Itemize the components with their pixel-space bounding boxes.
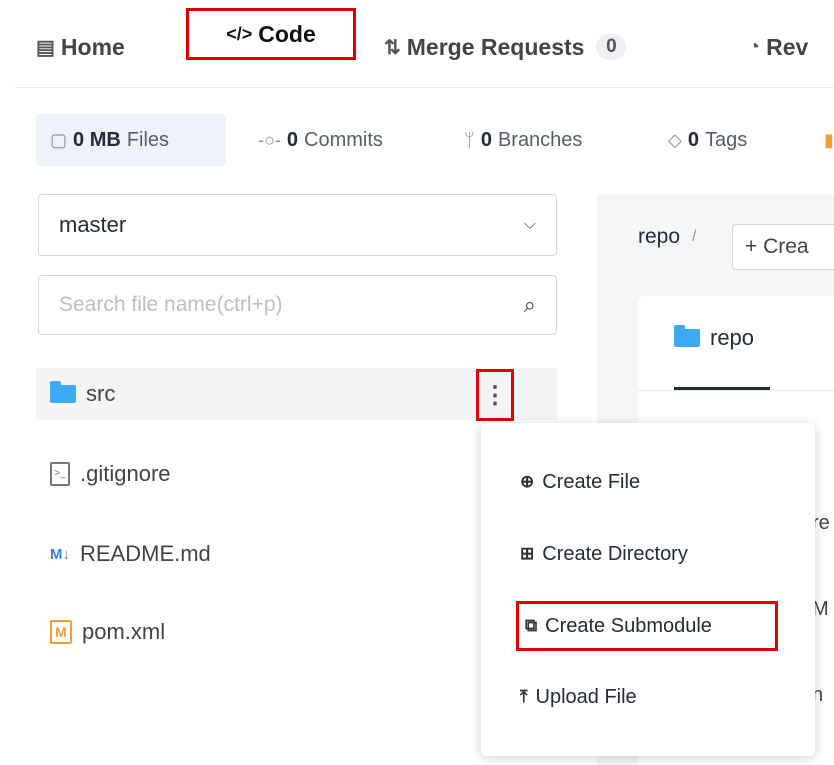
- menu-item-create-file[interactable]: ⊕ Create File: [520, 460, 640, 504]
- home-doc-icon: ▤: [36, 36, 55, 59]
- merge-requests-count-badge: 0: [596, 34, 627, 60]
- folder-icon: [50, 381, 76, 403]
- commits-stat[interactable]: -○- 0 Commits: [258, 114, 383, 166]
- commit-icon: -○-: [258, 129, 281, 150]
- commits-label: Commits: [304, 128, 383, 151]
- file-search-input[interactable]: [59, 293, 479, 317]
- review-icon: ◔: [748, 35, 761, 58]
- tree-item-label: src: [86, 381, 116, 406]
- upload-icon: ⤒: [520, 687, 528, 706]
- top-nav: ▤ Home </> Code ⇅ Merge Requests 0 ◔ Rev: [0, 0, 834, 88]
- tags-stat[interactable]: ◇ 0 Tags: [668, 114, 747, 166]
- file-search: ⌕: [38, 275, 557, 335]
- branch-select[interactable]: master ⌵: [38, 194, 557, 256]
- tab-merge-requests-label: Merge Requests: [406, 33, 585, 60]
- branches-label: Branches: [497, 128, 583, 151]
- menu-item-upload-file[interactable]: ⤒ Upload File: [520, 675, 637, 719]
- branches-stat[interactable]: ᛘ 0 Branches: [464, 114, 582, 166]
- tree-item-readme[interactable]: M↓ README.md: [36, 528, 557, 580]
- tab-code-label: Code: [258, 20, 316, 47]
- tree-item-gitignore[interactable]: >_ .gitignore: [36, 448, 557, 500]
- files-stat[interactable]: ▢ 0 MB Files: [36, 114, 226, 166]
- tab-merge-requests[interactable]: ⇅ Merge Requests 0: [384, 30, 627, 64]
- menu-item-label: Create File: [542, 470, 641, 493]
- file-size-icon: ▢: [50, 129, 68, 150]
- markdown-icon: M↓: [50, 545, 70, 563]
- menu-item-label: Upload File: [535, 685, 637, 708]
- releases-stat-peek[interactable]: ▮: [824, 114, 834, 166]
- tree-item-pom[interactable]: M pom.xml: [36, 606, 557, 658]
- menu-item-create-submodule[interactable]: ⧉ Create Submodule: [516, 601, 778, 651]
- tree-item-label: README.md: [80, 541, 211, 566]
- release-icon: ▮: [824, 129, 834, 150]
- breadcrumb-root[interactable]: repo: [638, 225, 680, 249]
- branch-select-value: master: [59, 212, 127, 237]
- branch-icon: ᛘ: [464, 129, 475, 150]
- tab-code[interactable]: </> Code: [186, 8, 356, 60]
- vertical-dots-icon: ⋮: [483, 381, 507, 409]
- menu-item-label: Create Directory: [542, 542, 688, 565]
- search-icon[interactable]: ⌕: [524, 292, 536, 318]
- commits-count: 0: [286, 128, 298, 151]
- branches-count: 0: [480, 128, 492, 151]
- tab-repo[interactable]: repo: [674, 325, 754, 351]
- card-divider: [638, 390, 834, 391]
- breadcrumb: repo /: [638, 225, 696, 249]
- menu-item-label: Create Submodule: [545, 614, 712, 637]
- nav-divider: [14, 87, 834, 88]
- create-button[interactable]: + Crea: [732, 224, 834, 270]
- files-label: Files: [126, 128, 170, 151]
- tab-review-label: Rev: [766, 33, 809, 60]
- create-file-icon: ⊕: [520, 472, 535, 491]
- files-size-value: 0 MB: [73, 128, 121, 151]
- tab-home-label: Home: [60, 33, 125, 60]
- tree-item-label: pom.xml: [82, 619, 166, 644]
- terminal-file-icon: >_: [50, 462, 70, 486]
- create-submodule-icon: ⧉: [525, 616, 538, 635]
- tab-review[interactable]: ◔ Rev: [748, 30, 808, 64]
- create-button-label: + Crea: [745, 235, 809, 258]
- chevron-down-icon: ⌵: [523, 216, 536, 233]
- folder-icon: [674, 325, 700, 347]
- tags-count: 0: [687, 128, 699, 151]
- repo-tab-label: repo: [710, 325, 755, 350]
- tree-item-label: .gitignore: [80, 461, 171, 486]
- menu-item-create-directory[interactable]: ⊞ Create Directory: [520, 532, 688, 576]
- maven-file-icon: M: [50, 620, 72, 644]
- code-icon: </>: [226, 23, 253, 44]
- create-directory-icon: ⊞: [520, 544, 535, 563]
- tag-icon: ◇: [668, 129, 682, 150]
- tags-label: Tags: [704, 128, 748, 151]
- breadcrumb-separator: /: [692, 228, 697, 245]
- more-actions-button[interactable]: ⋮: [476, 369, 514, 421]
- merge-icon: ⇅: [384, 36, 401, 59]
- tab-home[interactable]: ▤ Home: [36, 30, 125, 64]
